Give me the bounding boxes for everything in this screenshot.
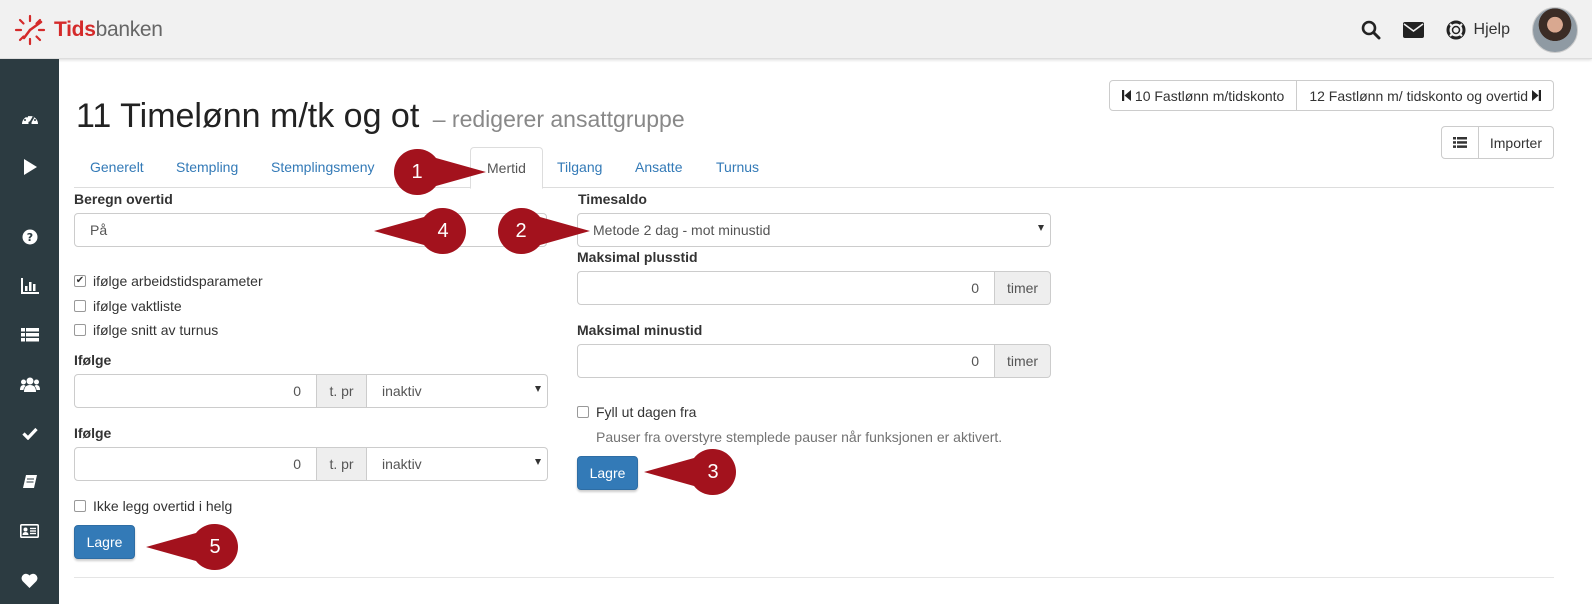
ifolge-hours-input[interactable]: 0 (74, 374, 317, 408)
checkbox-box[interactable] (577, 406, 589, 418)
step-forward-icon (1532, 90, 1541, 101)
play-icon[interactable] (0, 152, 59, 182)
timesaldo-label: Timesaldo (578, 191, 647, 207)
envelope-icon[interactable] (1402, 21, 1424, 38)
checkbox-box[interactable]: ✔ (74, 275, 86, 287)
plusstid-input[interactable]: 0 (577, 271, 995, 305)
prev-group-button[interactable]: 10 Fastlønn m/tidskonto (1108, 80, 1298, 111)
ifolge-unit-addon: t. pr (317, 374, 367, 408)
checkbox-box[interactable] (74, 300, 86, 312)
tab-turnus[interactable]: Turnus (700, 147, 775, 188)
fyll-help-text: Pauser fra overstyre stemplede pauser nå… (596, 429, 1003, 445)
maks-minustid-label: Maksimal minustid (577, 322, 703, 338)
plusstid-unit-addon: timer (995, 271, 1051, 305)
save-button-right[interactable]: Lagre (577, 456, 638, 490)
svg-text:?: ? (26, 231, 32, 244)
checkbox-box[interactable] (74, 500, 86, 512)
avatar[interactable] (1532, 6, 1578, 53)
dashboard-icon[interactable] (0, 104, 59, 134)
ifolge-period-select[interactable]: inaktiv (367, 447, 548, 481)
checkbox-fyll-ut-dagen[interactable]: Fyll ut dagen fra (577, 404, 696, 420)
tab-ansatte[interactable]: Ansatte (619, 147, 698, 188)
callout-number: 3 (707, 461, 719, 483)
callout-number: 4 (437, 220, 449, 242)
checkbox-vaktliste[interactable]: ifølge vaktliste (74, 298, 182, 314)
step-backward-icon (1121, 90, 1131, 101)
bar-chart-icon[interactable] (0, 271, 59, 301)
logo-icon (14, 14, 46, 46)
callout-number: 5 (209, 536, 221, 558)
minustid-input[interactable]: 0 (577, 344, 995, 378)
next-group-button[interactable]: 12 Fastlønn m/ tidskonto og overtid (1297, 80, 1554, 111)
book-icon[interactable] (0, 467, 59, 497)
main-content: 11 Timelønn m/tk og ot – redigerer ansat… (74, 59, 1554, 604)
callout-5: 5 (146, 523, 240, 571)
tab-stempling[interactable]: Stempling (160, 147, 254, 188)
beregn-overtid-label: Beregn overtid (74, 191, 173, 207)
callout-number: 2 (515, 220, 527, 242)
sidebar: ? (0, 59, 59, 604)
checkbox-snitt-turnus[interactable]: ifølge snitt av turnus (74, 322, 218, 338)
tab-generelt[interactable]: Generelt (74, 147, 160, 188)
top-bar: Tidsbanken Hjelp (0, 0, 1592, 59)
plusstid-input-group: 0 timer (577, 271, 1051, 305)
divider (74, 577, 1554, 578)
help-button[interactable]: Hjelp (1446, 20, 1510, 40)
callout-1: 1 (392, 148, 486, 196)
page-title-text: 11 Timelønn m/tk og ot (76, 97, 420, 135)
list-icon[interactable] (0, 320, 59, 350)
logo-text: Tidsbanken (54, 18, 163, 41)
question-icon[interactable]: ? (0, 222, 59, 252)
id-card-icon[interactable] (0, 516, 59, 546)
group-navigation: 10 Fastlønn m/tidskonto 12 Fastlønn m/ t… (1108, 80, 1554, 111)
logo[interactable]: Tidsbanken (14, 14, 163, 46)
minustid-input-group: 0 timer (577, 344, 1051, 378)
users-icon[interactable] (0, 369, 59, 399)
search-icon[interactable] (1361, 20, 1381, 40)
tab-stemplingsmeny[interactable]: Stemplingsmeny (255, 147, 391, 188)
minustid-unit-addon: timer (995, 344, 1051, 378)
timesaldo-select[interactable]: Metode 2 dag - mot minustid (577, 213, 1051, 247)
chevron-down-icon (535, 459, 541, 465)
ifolge-label: Ifølge (74, 425, 112, 441)
callout-3: 3 (644, 448, 738, 496)
help-label: Hjelp (1473, 20, 1510, 38)
heart-icon[interactable] (0, 565, 59, 595)
checkbox-ikke-helg[interactable]: Ikke legg overtid i helg (74, 498, 232, 514)
page-title: 11 Timelønn m/tk og ot – redigerer ansat… (76, 97, 685, 136)
ifolge-period-select[interactable]: inaktiv (367, 374, 548, 408)
beregn-overtid-select[interactable]: På (74, 213, 547, 247)
chevron-down-icon (535, 386, 541, 392)
chevron-down-icon (1038, 225, 1044, 231)
lifebuoy-icon (1446, 20, 1466, 39)
ifolge-unit-addon: t. pr (317, 447, 367, 481)
save-button-left[interactable]: Lagre (74, 525, 135, 559)
callout-2: 2 (496, 207, 590, 255)
check-icon[interactable] (0, 418, 59, 448)
ifolge-hours-input[interactable]: 0 (74, 447, 317, 481)
checkbox-arbeidstidsparameter[interactable]: ✔ ifølge arbeidstidsparameter (74, 273, 263, 289)
ifolge-input-group: 0 t. pr inaktiv (74, 374, 548, 408)
callout-4: 4 (374, 207, 468, 255)
maks-plusstid-label: Maksimal plusstid (577, 249, 698, 265)
checkbox-box[interactable] (74, 324, 86, 336)
ifolge-input-group: 0 t. pr inaktiv (74, 447, 548, 481)
callout-number: 1 (411, 161, 423, 183)
tab-tilgang[interactable]: Tilgang (541, 147, 618, 188)
page-subtitle: – redigerer ansattgruppe (432, 106, 685, 132)
ifolge-label: Ifølge (74, 352, 112, 368)
tab-bar: Generelt Stempling Stemplingsmeny M Mert… (74, 147, 1554, 189)
